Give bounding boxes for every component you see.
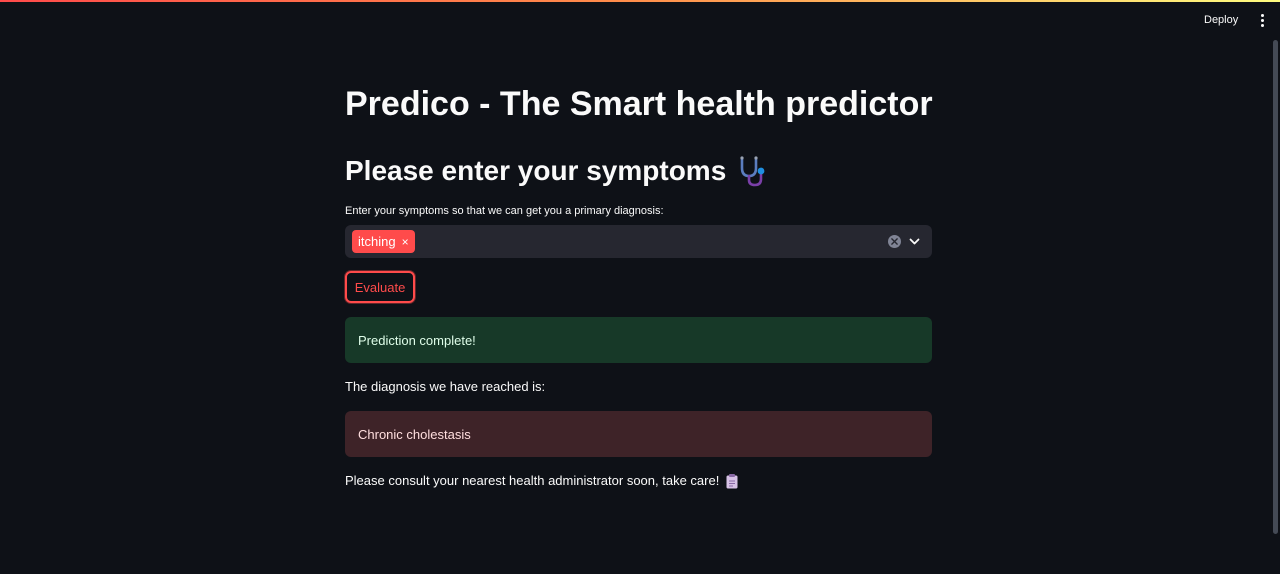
- consult-text: Please consult your nearest health admin…: [345, 473, 720, 488]
- deploy-button[interactable]: Deploy: [1196, 8, 1246, 32]
- page-title: Predico - The Smart health predictor: [345, 85, 933, 123]
- symptom-input-label: Enter your symptoms so that we can get y…: [345, 205, 664, 217]
- subtitle-text: Please enter your symptoms: [345, 155, 727, 186]
- success-alert: Prediction complete!: [345, 317, 932, 363]
- clear-all-icon[interactable]: [888, 235, 901, 248]
- success-message: Prediction complete!: [358, 332, 476, 348]
- symptom-tag: itching ×: [352, 230, 415, 253]
- clipboard-icon: [726, 474, 738, 489]
- diagnosis-result: Chronic cholestasis: [358, 426, 471, 442]
- kebab-menu-icon[interactable]: [1252, 10, 1272, 30]
- symptom-tag-label: itching: [358, 234, 396, 249]
- consult-message: Please consult your nearest health admin…: [345, 473, 739, 489]
- evaluate-button[interactable]: Evaluate: [345, 271, 415, 303]
- stethoscope-icon: [740, 156, 765, 187]
- page-subtitle: Please enter your symptoms: [345, 152, 770, 190]
- diagnosis-alert: Chronic cholestasis: [345, 411, 932, 457]
- scrollbar[interactable]: [1273, 40, 1278, 534]
- tag-remove-icon[interactable]: ×: [402, 236, 409, 248]
- app-header: Deploy: [0, 0, 1280, 40]
- diagnosis-label: The diagnosis we have reached is:: [345, 379, 546, 394]
- symptom-multiselect[interactable]: itching ×: [345, 225, 932, 258]
- chevron-down-icon[interactable]: [908, 235, 921, 248]
